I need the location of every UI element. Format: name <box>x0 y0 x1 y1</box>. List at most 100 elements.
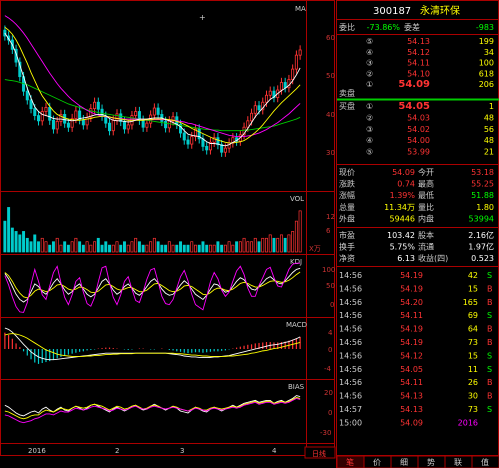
candle-body <box>119 113 123 122</box>
price-tick-50: 50 <box>326 72 335 80</box>
sell-price-4: 54.12 <box>407 48 430 57</box>
sell-vol-2: 618 <box>479 69 494 78</box>
buy-price-2: 54.03 <box>407 113 430 122</box>
candle-body <box>250 112 254 122</box>
tick-volume: 69 <box>468 311 478 320</box>
fund-value2-1: 1.97亿 <box>468 242 494 252</box>
bias-axis: 20 0 -30 <box>320 389 333 437</box>
volume-bar <box>287 234 291 253</box>
candle-body <box>291 68 295 80</box>
volume-bar <box>298 210 302 253</box>
tick-volume: 64 <box>468 325 478 334</box>
bias-label: BIAS <box>288 383 305 391</box>
volume-bar <box>25 237 29 253</box>
tick-time: 14:56 <box>339 311 362 320</box>
sell-side-label: 卖盘 <box>339 88 355 98</box>
candle-body <box>253 105 257 114</box>
volume-bar <box>29 241 33 253</box>
tick-list: 14:56 54.19 42 S 14:56 54.19 15 B 14:56 54.20 165 B… <box>339 271 493 427</box>
volume-bar <box>186 244 190 253</box>
candle-body <box>107 122 112 132</box>
sell-price-5: 54.13 <box>407 37 430 46</box>
price-axis: 60 50 40 30 <box>326 34 335 157</box>
tick-price: 54.11 <box>400 378 423 387</box>
candle-body <box>122 121 126 130</box>
stat-label2-0: 今开 <box>418 167 434 177</box>
volume-bar <box>100 244 104 253</box>
candle-body <box>167 120 171 129</box>
volume-bar <box>152 237 156 253</box>
buy-level-3: ③ <box>366 125 373 134</box>
sell-vol-4: 34 <box>484 48 494 57</box>
volume-bar <box>175 244 179 253</box>
stat-label2-1: 最高 <box>418 179 434 189</box>
volume-bar <box>208 244 212 253</box>
tick-side: S <box>487 405 492 414</box>
stat-value-0: 54.09 <box>392 168 415 177</box>
candle-body <box>29 99 33 110</box>
chart-frame <box>0 0 335 456</box>
stat-label2-2: 最低 <box>418 190 434 200</box>
candle-body <box>81 119 85 126</box>
candle-body <box>36 115 41 122</box>
bias-tick-20: 20 <box>324 389 333 397</box>
volume-bar <box>93 241 97 253</box>
buy-vol-1: 1 <box>489 102 494 111</box>
volume-bar <box>44 241 48 253</box>
candle-body <box>264 94 269 103</box>
buy-side-label: 买盘 <box>339 101 355 111</box>
volume-bar <box>223 244 227 253</box>
buy-book: ① 54.05 1 ② 54.03 48 ③ 54.02 56 ④ 54.00 48 ⑤ 53.99 21 <box>366 101 494 157</box>
tick-volume: 165 <box>463 298 478 307</box>
bottom-tab-label: 值 <box>481 457 489 467</box>
bottom-tab-label: 价 <box>373 458 381 467</box>
volume-bar <box>167 241 171 253</box>
kdj-axis: 100 50 0 <box>322 266 335 309</box>
stock-terminal: MA VOL KDJ MACD BIAS + 60 50 40 30 12 6 … <box>0 0 499 468</box>
candle-body <box>182 132 186 141</box>
tick-price: 54.05 <box>400 365 423 374</box>
stat-label-2: 涨幅 <box>339 190 355 200</box>
ratio-label: 委比 <box>339 22 355 32</box>
stat-value2-3: 1.80 <box>476 203 494 212</box>
tick-time: 14:56 <box>339 365 362 374</box>
volume-bar <box>171 244 175 253</box>
macd-tick-0: 0 <box>328 346 332 354</box>
vol-tick-12: 12 <box>326 213 335 221</box>
buy-level-2: ② <box>366 113 373 122</box>
volume-bar <box>108 244 111 253</box>
volume-bar <box>48 244 52 253</box>
volume-bar <box>216 241 220 253</box>
diff-label: 委差 <box>404 22 420 32</box>
candle-body <box>298 49 302 56</box>
tick-price: 54.12 <box>400 351 423 360</box>
volume-bar <box>59 244 63 253</box>
candle-body <box>55 121 59 130</box>
volume-bar <box>235 241 239 253</box>
fund-value-2: 6.13 <box>397 254 415 263</box>
tick-side: S <box>487 271 492 280</box>
volume-bar <box>78 241 82 253</box>
candle-body <box>44 107 48 112</box>
volume-bar <box>201 241 205 253</box>
buy-vol-5: 21 <box>484 148 494 157</box>
volume-bar <box>74 237 78 253</box>
volume-bar <box>231 244 235 253</box>
tick-time: 14:56 <box>339 392 362 401</box>
volume-bar <box>111 244 115 253</box>
volume-bar <box>253 237 257 253</box>
fund-value2-0: 2.16亿 <box>468 230 494 240</box>
volume-bar <box>7 207 11 253</box>
sell-vol-3: 100 <box>479 59 494 68</box>
tick-volume: 42 <box>468 271 478 280</box>
volume-bar <box>220 244 224 253</box>
tick-side: B <box>487 378 493 387</box>
volume-bar <box>10 227 14 253</box>
tick-side: B <box>487 325 493 334</box>
tick-time: 14:56 <box>339 284 362 293</box>
vol-tick-6: 6 <box>326 227 331 235</box>
candle-body <box>66 122 70 128</box>
stock-code: 300187 <box>373 6 411 17</box>
candle-body <box>268 90 272 96</box>
tick-time: 14:56 <box>339 378 362 387</box>
